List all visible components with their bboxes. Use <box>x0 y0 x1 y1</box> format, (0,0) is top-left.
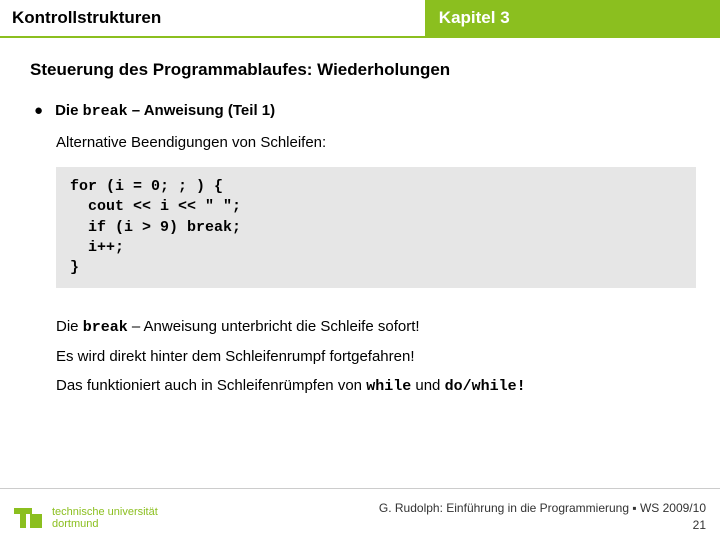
university-logo: technische universität dortmund <box>12 502 158 534</box>
para3-kw1: while <box>366 378 411 395</box>
bullet-pre: Die <box>55 102 83 119</box>
bullet-text: Die break – Anweisung (Teil 1) <box>55 102 275 120</box>
tu-logo-icon <box>12 502 44 534</box>
uni-line1: technische universität <box>52 506 158 518</box>
paragraphs: Die break – Anweisung unterbricht die Sc… <box>56 318 690 395</box>
slide-number: 21 <box>379 517 706 534</box>
para-2: Es wird direkt hinter dem Schleifenrumpf… <box>56 348 690 365</box>
slide-header: Kontrollstrukturen Kapitel 3 <box>0 0 720 38</box>
para1-post: – Anweisung unterbricht die Schleife sof… <box>128 318 420 335</box>
code-block: for (i = 0; ; ) { cout << i << " "; if (… <box>56 167 696 288</box>
para-3: Das funktioniert auch in Schleifenrümpfe… <box>56 377 690 395</box>
para3-kw2: do/while! <box>445 378 526 395</box>
slide-content: Steuerung des Programmablaufes: Wiederho… <box>0 38 720 395</box>
footer-credit: G. Rudolph: Einführung in die Programmie… <box>379 501 706 515</box>
bullet-post: – Anweisung (Teil 1) <box>128 102 276 119</box>
alternative-line: Alternative Beendigungen von Schleifen: <box>56 134 690 151</box>
footer-credit-block: G. Rudolph: Einführung in die Programmie… <box>379 500 706 534</box>
para-1: Die break – Anweisung unterbricht die Sc… <box>56 318 690 336</box>
header-title-left: Kontrollstrukturen <box>0 0 425 38</box>
para3-mid: und <box>411 377 444 394</box>
para3-pre: Das funktioniert auch in Schleifenrümpfe… <box>56 377 366 394</box>
bullet-item: ● Die break – Anweisung (Teil 1) <box>30 102 690 120</box>
uni-line2: dortmund <box>52 518 98 530</box>
header-title-right: Kapitel 3 <box>425 0 720 38</box>
bullet-dot-icon: ● <box>34 102 43 119</box>
bullet-keyword: break <box>83 103 128 120</box>
para1-pre: Die <box>56 318 83 335</box>
slide-subtitle: Steuerung des Programmablaufes: Wiederho… <box>30 60 690 80</box>
university-name: technische universität dortmund <box>52 506 158 530</box>
para1-keyword: break <box>83 319 128 336</box>
slide-footer: technische universität dortmund G. Rudol… <box>0 488 720 540</box>
